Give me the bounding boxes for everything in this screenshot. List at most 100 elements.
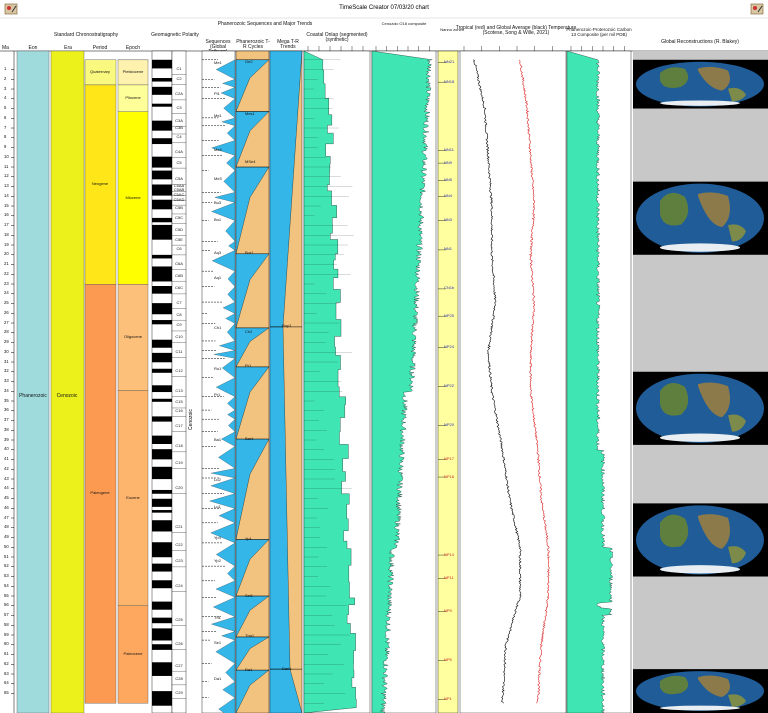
sequence-label: Pr1 [214, 391, 221, 397]
ma-tick-label: 24 [4, 290, 9, 296]
globe-ice [660, 565, 740, 574]
globe-ice [660, 243, 740, 252]
polarity-normal-block [152, 156, 172, 168]
polarity-normal-block [152, 510, 172, 513]
sequence-label: Aq1 [214, 274, 222, 280]
chron-label: C5C [174, 215, 184, 221]
chron-label: C26 [175, 641, 183, 647]
tr-label: Da1 [245, 666, 253, 672]
chron-label: C19 [175, 459, 183, 465]
ma-tick-label: 1 [4, 66, 7, 72]
polarity-normal-block [152, 78, 172, 82]
ma-tick-label: 35 [4, 397, 9, 403]
globe-ice [660, 705, 740, 711]
polarity-normal-block [152, 563, 172, 572]
polarity-normal-block [152, 199, 172, 210]
ma-tick-label: 16 [4, 212, 9, 218]
polarity-normal-block [152, 339, 172, 348]
ma-tick-label: 51 [4, 553, 9, 559]
sequence-label: Me3 [214, 176, 222, 182]
polarity-normal-block [152, 489, 172, 494]
ma-tick-label: 26 [4, 309, 9, 315]
nanno-zone-label: NP22 [444, 382, 455, 388]
chron-label: C8 [176, 311, 182, 317]
tr-label: Pr1 [245, 363, 252, 369]
ma-tick-label: 58 [4, 621, 9, 627]
nanno-zone-label: NN18 [444, 78, 455, 84]
nanno-zone-label: NP25 [444, 312, 455, 318]
mega-tr-label: Dan1 [282, 665, 292, 671]
ma-tick-label: 11 [4, 163, 9, 169]
polarity-normal-block [152, 170, 172, 180]
ma-tick-label: 13 [4, 183, 9, 189]
chron-label: C3B [175, 125, 183, 131]
chron-label: C5 [176, 159, 182, 165]
tr-label: Ge2 [245, 59, 253, 65]
ma-tick-label: 27 [4, 319, 9, 325]
chron-label: C3 [176, 105, 182, 111]
tr-label: Ch2 [245, 329, 253, 335]
chron-label: C4 [176, 134, 182, 140]
chron-label: C2A [175, 91, 183, 97]
chron-label: C5B [175, 205, 183, 211]
ma-tick-label: 43 [4, 475, 9, 481]
polarity-normal-block [152, 224, 172, 240]
ma-tick-label: 5 [4, 105, 7, 111]
chron-label: C3A [175, 117, 183, 123]
polarity-normal-block [152, 352, 172, 363]
chron-label: C5A [175, 176, 183, 182]
ma-tick-label: 32 [4, 368, 9, 374]
nanno-zone-label: NP11 [444, 574, 454, 580]
chron-label: C6B [175, 272, 183, 278]
polarity-normal-block [152, 398, 172, 402]
chron-label: C22 [175, 541, 183, 547]
chron-label: C21 [175, 524, 183, 530]
epoch-label: Pliocene [125, 94, 141, 100]
ma-tick-label: 38 [4, 426, 9, 432]
ma-tick-label: 2 [4, 75, 7, 81]
ma-tick-label: 55 [4, 592, 9, 598]
era-label: Cenozoic [56, 392, 78, 399]
ma-tick-label: 59 [4, 631, 9, 637]
ma-tick-label: 7 [4, 124, 7, 130]
polarity-normal-block [152, 286, 172, 294]
mega-tr-label: Rup1 [282, 323, 292, 329]
polarity-normal-block [152, 184, 172, 196]
polarity-normal-block [152, 138, 172, 145]
ma-tick-label: 65 [4, 690, 9, 695]
sequence-label: Yp2 [214, 558, 221, 564]
ma-tick-label: 53 [4, 573, 9, 578]
period-label: Quaternary [89, 68, 111, 74]
ma-tick-label: 30 [4, 348, 9, 354]
nanno-zone-label: CN1b [444, 285, 455, 291]
ma-tick-label: 18 [4, 231, 9, 237]
ma-tick-label: 29 [4, 339, 9, 344]
polarity-normal-block [152, 120, 172, 131]
sequence-label: Pi1 [214, 91, 220, 97]
nanno-zone-label: NP14 [444, 551, 455, 557]
chron-label: C11 [175, 348, 183, 354]
epoch-label: Miocene [125, 194, 141, 200]
chron-label: C17 [175, 422, 183, 428]
sequence-label: Me1 [214, 112, 222, 118]
sequence-label: Yp4 [214, 534, 221, 540]
nanno-zone-label: NN1 [444, 246, 453, 252]
ma-tick-label: 61 [4, 651, 9, 656]
polarity-normal-block [152, 320, 172, 325]
nanno-zone-label: NP17 [444, 456, 455, 461]
ma-tick-label: 31 [4, 358, 9, 364]
polarity-normal-block [152, 628, 172, 641]
eon-band [16, 50, 50, 713]
magnetic-side-label: Cenozoic [188, 409, 194, 431]
polarity-normal-block [152, 385, 172, 393]
ma-tick-label: 14 [4, 192, 9, 198]
nanno-zone-label: NP9 [444, 608, 452, 614]
ma-tick-label: 50 [4, 543, 9, 549]
chron-label: C25 [175, 616, 183, 622]
nanno-zone-label: NN21 [444, 59, 455, 65]
polarity-normal-block [152, 254, 172, 259]
chron-label: C6A [175, 261, 183, 267]
polarity-normal-block [152, 601, 172, 610]
globe-continent [660, 514, 689, 548]
chron-label: C7 [176, 300, 182, 305]
